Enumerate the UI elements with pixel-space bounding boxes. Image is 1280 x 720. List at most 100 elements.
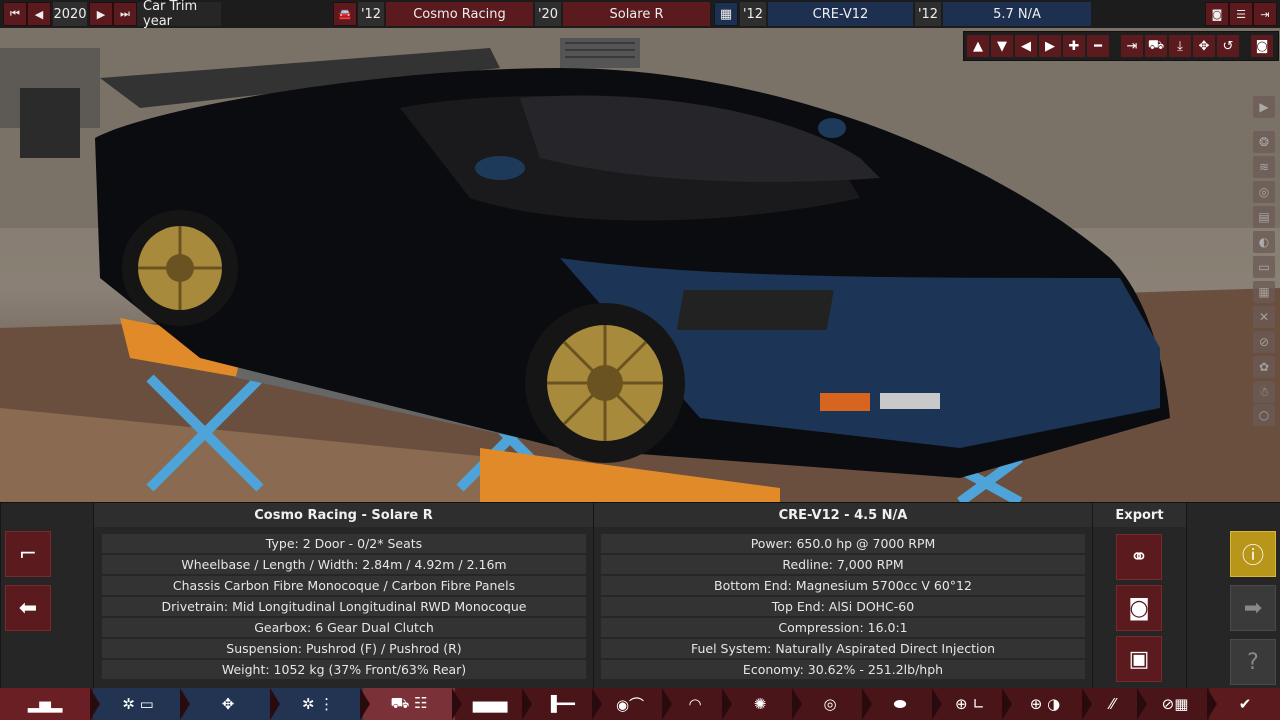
tab-separator (1002, 688, 1012, 720)
tab-car-trim[interactable]: ⛟ ☷ (363, 688, 455, 720)
tab-separator (180, 688, 190, 720)
wheel-icon[interactable]: ❂ (1253, 131, 1275, 153)
double-left-icon: ⏮ (10, 7, 20, 20)
steering-icon: ⊕ ◑ (1029, 695, 1061, 713)
warning-button[interactable]: ⓘ (1230, 531, 1276, 577)
prev-year-button[interactable]: ◀ (27, 2, 51, 26)
menu-button[interactable]: ☰ (1229, 2, 1253, 26)
snap-icon[interactable]: ⇥ (1121, 35, 1143, 57)
tab-separator (792, 688, 802, 720)
drop-icon[interactable]: ⤓ (1169, 35, 1191, 57)
vent-icon[interactable]: ✕ (1253, 306, 1275, 328)
rotate-move-icon[interactable]: ✥ (1193, 35, 1215, 57)
tab-separator (662, 688, 672, 720)
tab-wheels[interactable]: ◠ (665, 688, 725, 720)
save-button[interactable]: ▣ (1116, 636, 1162, 682)
tab-finish[interactable]: ✔ (1210, 688, 1280, 720)
arrow-back-icon: ⬅ (18, 595, 38, 621)
test-track-icon: ⊘▦ (1161, 695, 1189, 713)
car-stat-row: Suspension: Pushrod (F) / Pushrod (R) (102, 639, 586, 658)
fuel-icon: ⁄⁄ (1109, 695, 1115, 713)
headlight-icon[interactable]: ◎ (1253, 181, 1275, 203)
back-button[interactable]: ⬅ (5, 585, 51, 631)
car-model-button[interactable]: 🚘 (333, 2, 357, 26)
taillight-icon[interactable]: ▭ (1253, 256, 1275, 278)
car-title: Cosmo Racing - Solare R (94, 503, 593, 527)
screenshot-button[interactable]: ◙ (1205, 2, 1229, 26)
engine-stat-row: Power: 650.0 hp @ 7000 RPM (601, 534, 1085, 553)
fixture-palette: ▶ ❂ ≋ ◎ ▤ ◐ ▭ ▦ ✕ ⊘ ✿ ☃ ○ (1253, 96, 1278, 428)
grille-icon[interactable]: ▤ (1253, 206, 1275, 228)
chassis-icon: ✲ ▭ (122, 695, 154, 713)
tab-separator (90, 688, 100, 720)
tab-engine-design[interactable]: ✥ (183, 688, 273, 720)
tab-wheels-design[interactable]: ✺ (725, 688, 795, 720)
share-button[interactable]: ⚭ (1116, 534, 1162, 580)
fan-icon[interactable]: ✿ (1253, 356, 1275, 378)
share-icon: ⚭ (1129, 544, 1149, 570)
tab-separator (1137, 688, 1147, 720)
car-viewport[interactable] (0, 28, 1280, 502)
tab-engine-tune[interactable]: ✲ ⋮ (273, 688, 363, 720)
play-icon[interactable]: ▶ (1253, 96, 1275, 118)
car-trim-icon: ⛟ ☷ (390, 694, 428, 712)
tab-aero[interactable]: ◉⌒ (595, 688, 665, 720)
tab-test-track[interactable]: ⊘▦ (1140, 688, 1210, 720)
figure-icon[interactable]: ☃ (1253, 381, 1275, 403)
circle-icon[interactable]: ○ (1253, 404, 1275, 426)
arrow-left-icon[interactable]: ◀ (1015, 35, 1037, 57)
tab-car-model[interactable]: ▂▅▂ (0, 688, 90, 720)
photo-button[interactable]: ◙ (1116, 585, 1162, 631)
wheels-icon: ✺ (753, 695, 767, 713)
last-year-button[interactable]: ⏭ (113, 2, 137, 26)
badge-icon[interactable]: ⊘ (1253, 331, 1275, 353)
minus-icon[interactable]: ━ (1087, 35, 1109, 57)
tab-fixtures[interactable]: ⬬ (865, 688, 935, 720)
car-stat-row: Weight: 1052 kg (37% Front/63% Rear) (102, 660, 586, 679)
car-icon: ▂▅▂ (27, 695, 63, 713)
engine-variant-name[interactable]: 5.7 N/A (943, 2, 1091, 26)
engine-stat-row: Economy: 30.62% - 251.2lb/hph (601, 660, 1085, 679)
engine-family-name[interactable]: CRE-V12 (768, 2, 913, 26)
wing-icon[interactable]: ≋ (1253, 156, 1275, 178)
engine-stat-row: Fuel System: Naturally Aspirated Direct … (601, 639, 1085, 658)
engine-stat-row: Compression: 16.0:1 (601, 618, 1085, 637)
mirror-icon[interactable]: ◐ (1253, 231, 1275, 253)
next-button[interactable]: ➡ (1230, 585, 1276, 631)
arrow-up-icon[interactable]: ▲ (967, 35, 989, 57)
engine-stat-row: Top End: AlSi DOHC-60 (601, 597, 1085, 616)
arrow-right-icon[interactable]: ▶ (1039, 35, 1061, 57)
first-year-button[interactable]: ⏮ (3, 2, 27, 26)
company-name[interactable]: Cosmo Racing (386, 2, 533, 26)
help-icon: ? (1247, 649, 1259, 675)
arrow-down-icon[interactable]: ▼ (991, 35, 1013, 57)
tab-brakes[interactable]: ◎ (795, 688, 865, 720)
tab-body[interactable]: ▅▅▅ (455, 688, 525, 720)
next-year-button[interactable]: ▶ (89, 2, 113, 26)
exit-button[interactable]: ⇥ (1253, 2, 1277, 26)
tab-separator (522, 688, 532, 720)
engine-button[interactable]: ▦ (714, 2, 738, 26)
tire-icon: ◠ (688, 695, 702, 713)
tab-fuel[interactable]: ⁄⁄ (1085, 688, 1140, 720)
camera-icon[interactable]: ◙ (1251, 35, 1273, 57)
tab-engine-family[interactable]: ✲ ▭ (93, 688, 183, 720)
warning-icon: ⓘ (1241, 544, 1264, 569)
camera-icon: ◙ (1128, 595, 1150, 621)
trim-year: '20 (535, 2, 561, 26)
car-render (0, 28, 1280, 502)
plus-icon[interactable]: ✚ (1063, 35, 1085, 57)
tab-suspension[interactable]: ▐━━ (525, 688, 595, 720)
help-button[interactable]: ? (1230, 639, 1276, 685)
trim-name[interactable]: Solare R (563, 2, 710, 26)
tab-separator (452, 688, 462, 720)
exhaust-icon[interactable]: ▦ (1253, 281, 1275, 303)
reset-icon[interactable]: ↺ (1217, 35, 1239, 57)
chart-button[interactable]: ⌐ (5, 531, 51, 577)
car-view-icon[interactable]: ⛟ (1145, 35, 1167, 57)
tab-interior[interactable]: ⊕ ∟ (935, 688, 1005, 720)
fixture-icon: ⬬ (893, 695, 907, 713)
tab-steering[interactable]: ⊕ ◑ (1005, 688, 1085, 720)
engine-title: CRE-V12 - 4.5 N/A (594, 503, 1092, 527)
double-right-icon: ⏭ (120, 7, 130, 20)
